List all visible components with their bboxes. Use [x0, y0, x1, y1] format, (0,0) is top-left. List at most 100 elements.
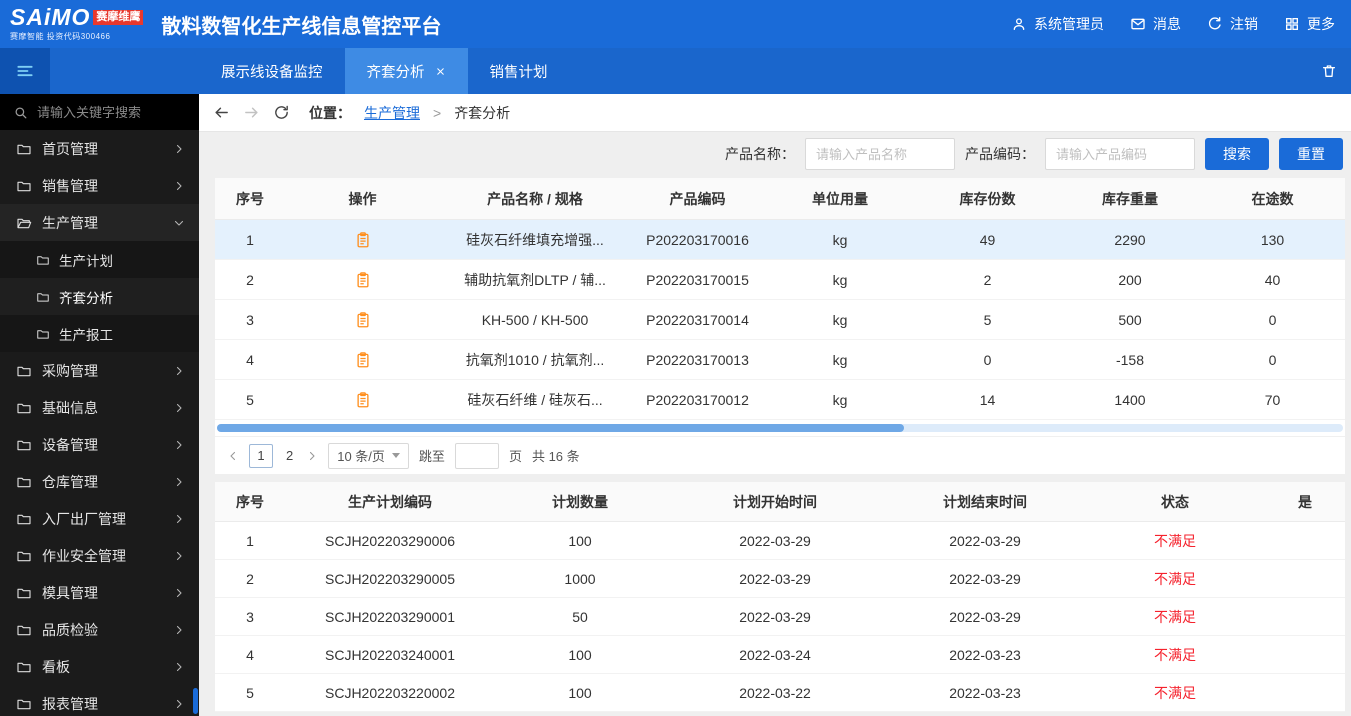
tab-label: 展示线设备监控 [221, 64, 323, 81]
sidebar-item-reports[interactable]: 报表管理 [0, 685, 199, 716]
cell-extra [1265, 522, 1345, 559]
sidebar-item-homepage[interactable]: 首页管理 [0, 130, 199, 167]
sidebar-subitem-production-plan[interactable]: 生产计划 [0, 241, 199, 278]
sidebar-item-equipment[interactable]: 设备管理 [0, 426, 199, 463]
clipboard-icon[interactable] [354, 271, 372, 289]
page-number-1[interactable]: 1 [249, 443, 273, 468]
page-number-2[interactable]: 2 [283, 448, 296, 463]
brand-logo: SAiMO 赛摩维鹰 赛摩智能 投资代码300466 [10, 4, 144, 42]
sidebar-item-procurement[interactable]: 采购管理 [0, 352, 199, 389]
user-menu[interactable]: 系统管理员 [1011, 14, 1104, 34]
clipboard-icon[interactable] [354, 231, 372, 249]
tab-label: 齐套分析 [366, 64, 425, 81]
clipboard-icon[interactable] [354, 311, 372, 329]
tab-sales-plan[interactable]: 销售计划 [468, 48, 570, 94]
cell-product-code: P202203170013 [646, 351, 749, 368]
cell-unit: kg [832, 271, 848, 288]
refresh-icon[interactable] [273, 104, 290, 121]
cell-in-transit: 70 [1264, 391, 1281, 408]
sidebar-scrollbar[interactable] [193, 688, 198, 714]
sidebar-item-quality-inspection[interactable]: 品质检验 [0, 611, 199, 648]
search-button[interactable]: 搜索 [1205, 138, 1269, 170]
sidebar-item-label: 仓库管理 [42, 473, 98, 490]
sidebar-subitem-kitting-analysis[interactable]: 齐套分析 [0, 278, 199, 315]
table-row[interactable]: 2 辅助抗氧剂DLTP / 辅... P202203170015 kg 2 20… [215, 260, 1345, 300]
cell-stock-count: 5 [983, 311, 992, 328]
cell-stock-count: 14 [979, 391, 996, 408]
next-page-icon[interactable] [306, 450, 318, 462]
logout-button[interactable]: 注销 [1207, 14, 1258, 34]
back-icon[interactable] [213, 104, 230, 121]
chevron-right-icon [173, 550, 185, 562]
cell-in-transit: 0 [1268, 311, 1277, 328]
close-icon[interactable] [435, 66, 446, 77]
sidebar-search-input[interactable] [37, 104, 186, 120]
product-name-input[interactable] [805, 138, 955, 170]
table-row[interactable]: 1 SCJH202203290006 100 2022-03-29 2022-0… [215, 522, 1345, 560]
messages-button[interactable]: 消息 [1130, 14, 1181, 34]
logo-text: SAiMO [10, 4, 91, 30]
sidebar-menu: 首页管理 销售管理 生产管理 生产计划 齐套分析 生产报工 采购管理 基础信息 … [0, 130, 199, 716]
breadcrumb-current: 齐套分析 [454, 104, 511, 121]
products-table-header: 序号 操作 产品名称 / 规格 产品编码 单位用量 库存份数 库存重量 在途数 [215, 178, 1345, 220]
cell-product-name: 硅灰石纤维 / 硅灰石... [467, 391, 603, 408]
sidebar-item-basic-info[interactable]: 基础信息 [0, 389, 199, 426]
logout-label: 注销 [1230, 16, 1258, 32]
app-window: SAiMO 赛摩维鹰 赛摩智能 投资代码300466 散料数智化生产线信息管控平… [0, 0, 1351, 716]
more-button[interactable]: 更多 [1284, 14, 1335, 34]
cell-plan-end: 2022-03-29 [949, 570, 1021, 587]
cell-plan-start: 2022-03-22 [739, 684, 811, 701]
column-header: 计划结束时间 [943, 493, 1027, 510]
table-row[interactable]: 3 KH-500 / KH-500 P202203170014 kg 5 500… [215, 300, 1345, 340]
cell-seq: 4 [246, 646, 254, 663]
column-header: 计划开始时间 [733, 493, 817, 510]
production-submenu: 生产计划 齐套分析 生产报工 [0, 241, 199, 352]
tab-kitting-analysis[interactable]: 齐套分析 [344, 48, 468, 94]
column-header: 产品编码 [669, 190, 726, 207]
page-size-select[interactable]: 10 条/页 [328, 442, 409, 469]
chevron-right-icon [173, 513, 185, 525]
status-badge: 不满足 [1154, 684, 1196, 701]
clipboard-icon[interactable] [354, 351, 372, 369]
sidebar-collapse-button[interactable] [0, 48, 50, 94]
sidebar-item-mold[interactable]: 模具管理 [0, 574, 199, 611]
scrollbar-track[interactable] [217, 424, 1343, 432]
breadcrumb-parent-link[interactable]: 生产管理 [364, 103, 420, 123]
sidebar-item-sales[interactable]: 销售管理 [0, 167, 199, 204]
table-row[interactable]: 2 SCJH202203290005 1000 2022-03-29 2022-… [215, 560, 1345, 598]
reset-button[interactable]: 重置 [1279, 138, 1343, 170]
sidebar-item-label: 报表管理 [42, 695, 98, 712]
cell-plan-end: 2022-03-29 [949, 608, 1021, 625]
table-row[interactable]: 3 SCJH202203290001 50 2022-03-29 2022-03… [215, 598, 1345, 636]
product-code-input[interactable] [1045, 138, 1195, 170]
sidebar-item-entry-exit[interactable]: 入厂出厂管理 [0, 500, 199, 537]
cell-seq: 1 [246, 532, 254, 549]
sidebar-item-production[interactable]: 生产管理 [0, 204, 199, 241]
sidebar-item-warehouse[interactable]: 仓库管理 [0, 463, 199, 500]
sidebar-subitem-production-report[interactable]: 生产报工 [0, 315, 199, 352]
menu-icon [15, 61, 35, 81]
page-size-value: 10 条/页 [337, 449, 385, 464]
table-row[interactable]: 1 硅灰石纤维填充增强... P202203170016 kg 49 2290 … [215, 220, 1345, 260]
tab-display-line-monitor[interactable]: 展示线设备监控 [199, 48, 345, 94]
user-name: 系统管理员 [1034, 16, 1104, 32]
folder-icon [16, 400, 32, 416]
jump-page-input[interactable] [454, 442, 499, 469]
sidebar-item-kanban[interactable]: 看板 [0, 648, 199, 685]
prev-page-icon[interactable] [227, 450, 239, 462]
table-row[interactable]: 4 SCJH202203240001 100 2022-03-24 2022-0… [215, 636, 1345, 674]
close-all-tabs-button[interactable] [1321, 48, 1351, 94]
messages-label: 消息 [1153, 16, 1181, 32]
cell-product-name: 硅灰石纤维填充增强... [466, 231, 604, 248]
cell-plan-start: 2022-03-29 [739, 532, 811, 549]
horizontal-scrollbar[interactable] [215, 420, 1345, 436]
sidebar-item-operation-safety[interactable]: 作业安全管理 [0, 537, 199, 574]
table-row[interactable]: 5 硅灰石纤维 / 硅灰石... P202203170012 kg 14 140… [215, 380, 1345, 420]
breadcrumb-bar: 位置： 生产管理 > 齐套分析 [199, 94, 1351, 132]
topbar: SAiMO 赛摩维鹰 赛摩智能 投资代码300466 散料数智化生产线信息管控平… [0, 0, 1351, 48]
table-row[interactable]: 5 SCJH202203220002 100 2022-03-22 2022-0… [215, 674, 1345, 712]
table-row[interactable]: 4 抗氧剂1010 / 抗氧剂... P202203170013 kg 0 -1… [215, 340, 1345, 380]
forward-icon[interactable] [243, 104, 260, 121]
clipboard-icon[interactable] [354, 391, 372, 409]
scrollbar-thumb[interactable] [217, 424, 904, 432]
